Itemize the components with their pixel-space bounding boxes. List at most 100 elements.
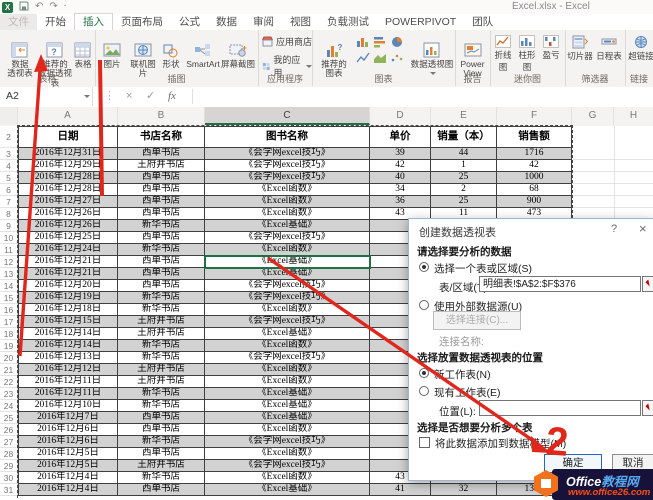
cell-date[interactable]: 2016年12月26日 bbox=[18, 208, 118, 219]
cell-store[interactable]: 西单书店 bbox=[118, 256, 205, 267]
cell-book[interactable]: 《Excel函数》 bbox=[205, 208, 370, 219]
row-number[interactable]: 3 bbox=[0, 148, 17, 160]
row-number[interactable]: 19 bbox=[0, 340, 17, 352]
row-number[interactable]: 21 bbox=[0, 364, 17, 376]
cell-date[interactable]: 2016年12月11日 bbox=[18, 388, 118, 399]
tab-team[interactable]: 团队 bbox=[464, 14, 501, 30]
slicer-button[interactable]: 切片器 bbox=[567, 35, 593, 62]
tab-insert[interactable]: 插入 bbox=[74, 13, 113, 30]
cell-store[interactable]: 王府井书店 bbox=[118, 316, 205, 327]
formula-cancel-icon[interactable]: × bbox=[126, 87, 132, 106]
cell-book[interactable]: 《Excel基础》 bbox=[205, 256, 370, 267]
radio-existing-worksheet-label[interactable]: 现有工作表(E) bbox=[434, 385, 501, 400]
cell-qty[interactable]: 1 bbox=[431, 160, 497, 171]
location-input[interactable] bbox=[479, 400, 641, 416]
redo-icon[interactable]: ↷ bbox=[49, 2, 57, 12]
cell-store[interactable]: 新华书店 bbox=[118, 400, 205, 411]
row-number[interactable]: 22 bbox=[0, 376, 17, 388]
cell-date[interactable]: 2016年12月11日 bbox=[18, 376, 118, 387]
row-number[interactable]: 9 bbox=[0, 220, 17, 232]
cell-price[interactable]: 41 bbox=[370, 484, 431, 495]
cell-book[interactable]: 《会学网excel技巧》 bbox=[205, 316, 370, 327]
cell-date[interactable]: 2016年12月15日 bbox=[18, 316, 118, 327]
cell-date[interactable]: 2016年12月26日 bbox=[18, 220, 118, 231]
cell-date[interactable]: 2016年12月27日 bbox=[18, 196, 118, 207]
tab-file[interactable]: 文件 bbox=[0, 14, 37, 30]
qat-customize-icon[interactable]: ⸱ bbox=[64, 2, 67, 12]
cell-date[interactable]: 2016年12月10日 bbox=[18, 400, 118, 411]
cell-qty[interactable]: 2 bbox=[431, 184, 497, 195]
cell-store[interactable]: 新华书店 bbox=[118, 220, 205, 231]
cell-store[interactable]: 西单书店 bbox=[118, 280, 205, 291]
range-picker-icon[interactable] bbox=[642, 276, 653, 292]
cell-store[interactable]: 王府井书店 bbox=[118, 328, 205, 339]
cell-date[interactable]: 2016年12月28日 bbox=[18, 172, 118, 183]
cell-book[interactable]: 《Excel基础》 bbox=[205, 268, 370, 279]
cell-date[interactable]: 2016年12月21日 bbox=[18, 268, 118, 279]
save-icon[interactable] bbox=[19, 1, 29, 14]
cell-book[interactable]: 《Excel基础》 bbox=[205, 388, 370, 399]
cell-date[interactable]: 2016年12月5日 bbox=[18, 448, 118, 459]
cell-amount[interactable]: 68 bbox=[497, 184, 572, 195]
cell-store[interactable]: 新华书店 bbox=[118, 352, 205, 363]
cell-store[interactable]: 西单书店 bbox=[118, 196, 205, 207]
cell-book[interactable]: 《Excel函数》 bbox=[205, 244, 370, 255]
insert-function-icon[interactable]: fx bbox=[168, 87, 176, 106]
cell-book[interactable]: 《会学网excel技巧》 bbox=[205, 148, 370, 159]
cell-book[interactable]: 《Excel函数》 bbox=[205, 304, 370, 315]
formula-input[interactable] bbox=[192, 89, 652, 104]
radio-select-table-range-label[interactable]: 选择一个表或区域(S) bbox=[434, 261, 532, 276]
row-number[interactable]: 29 bbox=[0, 460, 17, 472]
shapes-button[interactable]: 形状 bbox=[159, 32, 183, 69]
cell-date[interactable]: 2016年12月24日 bbox=[18, 244, 118, 255]
cell-store[interactable]: 西单书店 bbox=[118, 148, 205, 159]
row-number[interactable]: 15 bbox=[0, 292, 17, 304]
cell-qty[interactable]: 25 bbox=[431, 196, 497, 207]
chart-type-gallery[interactable] bbox=[356, 34, 406, 65]
cell-store[interactable]: 新华书店 bbox=[118, 244, 205, 255]
row-number[interactable]: 8 bbox=[0, 208, 17, 220]
cell-book[interactable]: 《会学网excel技巧》 bbox=[205, 352, 370, 363]
smartart-button[interactable]: SmartArt bbox=[183, 32, 223, 69]
cell-date[interactable]: 2016年12月6日 bbox=[18, 424, 118, 435]
cell-store[interactable]: 西单书店 bbox=[118, 448, 205, 459]
cell-book[interactable]: 《Excel函数》 bbox=[205, 184, 370, 195]
cell-store[interactable]: 西单书店 bbox=[118, 484, 205, 495]
sparkline-winloss-button[interactable]: 盈亏 bbox=[540, 35, 562, 61]
row-number[interactable]: 26 bbox=[0, 424, 17, 436]
column-header-c[interactable]: C bbox=[205, 107, 370, 125]
tab-load-test[interactable]: 负载测试 bbox=[319, 14, 377, 30]
cell-store[interactable]: 西单书店 bbox=[118, 268, 205, 279]
cell-book[interactable]: 《Excel基础》 bbox=[205, 412, 370, 423]
cell-qty[interactable]: 44 bbox=[431, 148, 497, 159]
cell-date[interactable]: 2016年12月20日 bbox=[18, 280, 118, 291]
tab-powerpivot[interactable]: POWERPIVOT bbox=[377, 14, 464, 30]
checkbox-add-to-data-model[interactable] bbox=[419, 437, 430, 448]
cell-date[interactable]: 2016年12月18日 bbox=[18, 304, 118, 315]
cell-store[interactable]: 王府井书店 bbox=[118, 364, 205, 375]
cell-book[interactable]: 《会学网excel技巧》 bbox=[205, 460, 370, 471]
cell-store[interactable]: 西单书店 bbox=[118, 412, 205, 423]
name-box[interactable]: A2 bbox=[0, 87, 93, 106]
row-number[interactable]: 13 bbox=[0, 268, 17, 280]
cell-book[interactable]: 《Excel函数》 bbox=[205, 340, 370, 351]
cell-store[interactable]: 新华书店 bbox=[118, 388, 205, 399]
cell-price[interactable]: 34 bbox=[370, 184, 431, 195]
row-number[interactable]: 10 bbox=[0, 232, 17, 244]
header-cell-amount[interactable]: 销售额 bbox=[497, 127, 572, 147]
cell-date[interactable]: 2016年12月6日 bbox=[18, 436, 118, 447]
cell-qty[interactable]: 25 bbox=[431, 172, 497, 183]
cell-store[interactable]: 西单书店 bbox=[118, 424, 205, 435]
cell-book[interactable]: 《Excel函数》 bbox=[205, 472, 370, 483]
row-number[interactable]: 28 bbox=[0, 448, 17, 460]
header-cell-book[interactable]: 图书名称 bbox=[205, 127, 370, 147]
cell-price[interactable]: 39 bbox=[370, 148, 431, 159]
cell-book[interactable]: 《会学网excel技巧》 bbox=[205, 160, 370, 171]
tab-formulas[interactable]: 公式 bbox=[171, 14, 208, 30]
cell-date[interactable]: 2016年12月14日 bbox=[18, 328, 118, 339]
location-range-picker-icon[interactable] bbox=[642, 400, 653, 416]
cell-amount[interactable]: 1716 bbox=[497, 148, 572, 159]
cell-date[interactable]: 2016年12月19日 bbox=[18, 292, 118, 303]
column-header-h[interactable]: H bbox=[614, 107, 653, 125]
table-range-input[interactable]: 明细表!$A$2:$F$376 bbox=[479, 276, 641, 292]
